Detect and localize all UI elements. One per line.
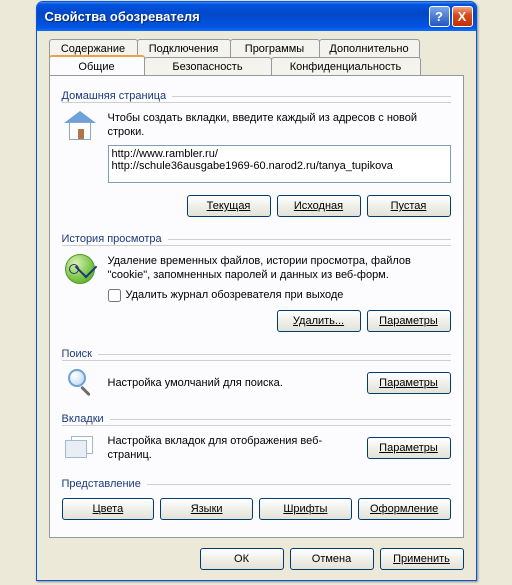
- homepage-urls-input[interactable]: [108, 145, 451, 183]
- use-current-button[interactable]: Текущая: [187, 195, 271, 217]
- tabs-settings-button[interactable]: Параметры: [367, 437, 451, 459]
- history-desc: Удаление временных файлов, истории просм…: [108, 254, 451, 282]
- tab-security[interactable]: Безопасность: [144, 57, 272, 76]
- tab-programs[interactable]: Программы: [230, 39, 320, 58]
- history-icon: [65, 254, 95, 284]
- fonts-button[interactable]: Шрифты: [259, 498, 352, 520]
- group-home: Домашняя страница: [62, 90, 451, 102]
- delete-history-button[interactable]: Удалить...: [277, 310, 361, 332]
- ok-button[interactable]: ОК: [200, 548, 284, 570]
- colors-button[interactable]: Цвета: [62, 498, 155, 520]
- tab-privacy[interactable]: Конфиденциальность: [271, 57, 421, 76]
- cancel-button[interactable]: Отмена: [290, 548, 374, 570]
- home-icon: [64, 111, 96, 143]
- accessibility-button[interactable]: Оформление: [358, 498, 451, 520]
- tab-advanced[interactable]: Дополнительно: [319, 39, 420, 58]
- group-search: Поиск: [62, 348, 451, 360]
- tab-general[interactable]: Общие: [49, 55, 145, 76]
- group-appearance: Представление: [62, 478, 451, 490]
- delete-on-exit-checkbox[interactable]: Удалить журнал обозревателя при выходе: [108, 288, 451, 302]
- window-title: Свойства обозревателя: [45, 9, 427, 24]
- search-settings-button[interactable]: Параметры: [367, 372, 451, 394]
- use-blank-button[interactable]: Пустая: [367, 195, 451, 217]
- home-desc: Чтобы создать вкладки, введите каждый из…: [108, 111, 451, 139]
- group-history: История просмотра: [62, 233, 451, 245]
- help-button[interactable]: ?: [429, 6, 450, 27]
- search-desc: Настройка умолчаний для поиска.: [108, 376, 357, 390]
- group-tabs: Вкладки: [62, 413, 451, 425]
- history-settings-button[interactable]: Параметры: [367, 310, 451, 332]
- use-default-button[interactable]: Исходная: [277, 195, 361, 217]
- close-button[interactable]: X: [452, 6, 473, 27]
- tabs-desc: Настройка вкладок для отображения веб-ст…: [108, 434, 357, 462]
- apply-button[interactable]: Применить: [380, 548, 464, 570]
- tabs-icon: [65, 436, 95, 460]
- tab-connections[interactable]: Подключения: [137, 39, 231, 58]
- search-icon: [66, 369, 94, 397]
- languages-button[interactable]: Языки: [160, 498, 253, 520]
- titlebar: Свойства обозревателя ? X: [37, 2, 476, 31]
